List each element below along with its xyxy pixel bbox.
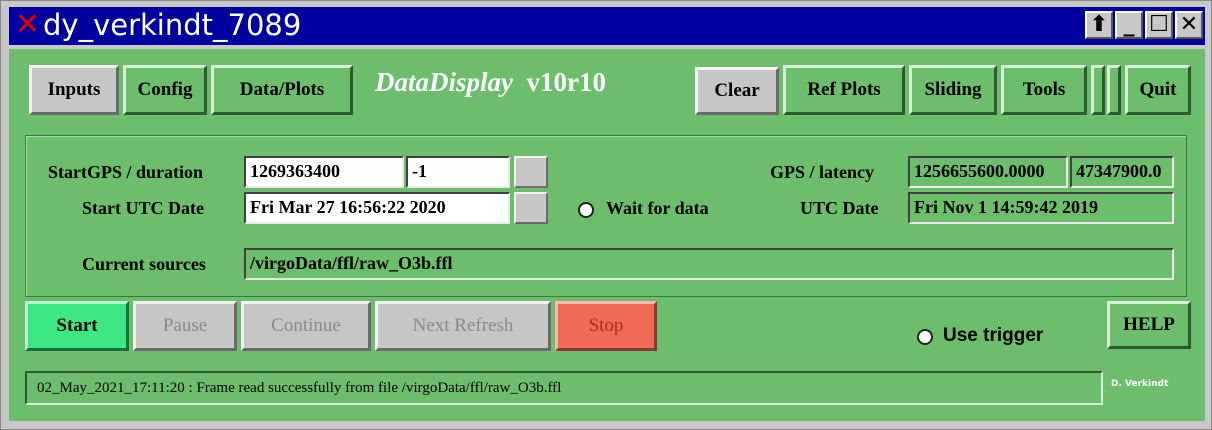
help-button[interactable]: HELP	[1107, 301, 1191, 349]
app-window: ✕ dy_verkindt_7089 ⬆ _ ☐ ✕ Inputs Config…	[0, 0, 1212, 430]
gps-latency-label: GPS / latency	[770, 162, 874, 182]
author-credit: D. Verkindt	[1111, 379, 1169, 389]
continue-button[interactable]: Continue	[241, 301, 371, 351]
main-panel: Inputs Config Data/Plots DataDisplay v10…	[9, 49, 1205, 421]
use-trigger-radio[interactable]	[917, 329, 933, 345]
settings-panel: StartGPS / duration 1269363400 -1 Start …	[25, 135, 1187, 297]
start-gps-set-button[interactable]	[514, 156, 548, 188]
start-utc-input[interactable]: Fri Mar 27 16:56:22 2020	[244, 192, 510, 224]
pause-button[interactable]: Pause	[133, 301, 237, 351]
current-sources-field: /virgoData/ffl/raw_O3b.ffl	[244, 248, 1174, 280]
brand-version: v10r10	[526, 67, 606, 97]
window-title: dy_verkindt_7089	[43, 8, 302, 42]
tools-button[interactable]: Tools	[1001, 65, 1087, 115]
latency-value-field: 47347900.0	[1070, 156, 1174, 188]
ref-plots-button[interactable]: Ref Plots	[783, 65, 905, 115]
start-button[interactable]: Start	[25, 301, 129, 351]
utc-date-label: UTC Date	[800, 198, 879, 218]
toolbar-spacer-button-2[interactable]	[1107, 65, 1121, 115]
title-bar[interactable]: ✕ dy_verkindt_7089 ⬆ _ ☐ ✕	[9, 7, 1205, 45]
gps-value-field: 1256655600.0000	[908, 156, 1068, 188]
brand-name: DataDisplay	[375, 67, 513, 97]
start-utc-label: Start UTC Date	[82, 198, 204, 218]
close-button[interactable]: ✕	[1175, 11, 1203, 39]
utc-date-field: Fri Nov 1 14:59:42 2019	[908, 192, 1174, 224]
start-gps-input[interactable]: 1269363400	[244, 156, 404, 188]
x-logo-icon: ✕	[15, 7, 41, 42]
wait-for-data-label: Wait for data	[606, 198, 709, 218]
app-brand: DataDisplay v10r10	[375, 67, 606, 98]
status-bar: 02_May_2021_17:11:20 : Frame read succes…	[25, 371, 1103, 405]
minimize-button[interactable]: _	[1115, 11, 1143, 39]
status-message: 02_May_2021_17:11:20 : Frame read succes…	[37, 380, 562, 396]
config-button[interactable]: Config	[123, 65, 207, 115]
start-gps-label: StartGPS / duration	[48, 162, 204, 182]
duration-input[interactable]: -1	[406, 156, 510, 188]
data-plots-button[interactable]: Data/Plots	[211, 65, 353, 115]
current-sources-label: Current sources	[82, 254, 206, 274]
clear-button[interactable]: Clear	[695, 67, 779, 115]
sliding-button[interactable]: Sliding	[909, 65, 997, 115]
stop-button[interactable]: Stop	[555, 301, 657, 351]
quit-button[interactable]: Quit	[1125, 65, 1191, 115]
start-utc-set-button[interactable]	[514, 192, 548, 224]
toolbar-spacer-button-1[interactable]	[1091, 65, 1105, 115]
inputs-button[interactable]: Inputs	[29, 65, 119, 115]
stick-window-button[interactable]: ⬆	[1085, 11, 1113, 39]
wait-for-data-radio[interactable]	[578, 202, 594, 218]
use-trigger-label: Use trigger	[943, 325, 1044, 346]
maximize-button[interactable]: ☐	[1145, 11, 1173, 39]
next-refresh-button[interactable]: Next Refresh	[375, 301, 551, 351]
